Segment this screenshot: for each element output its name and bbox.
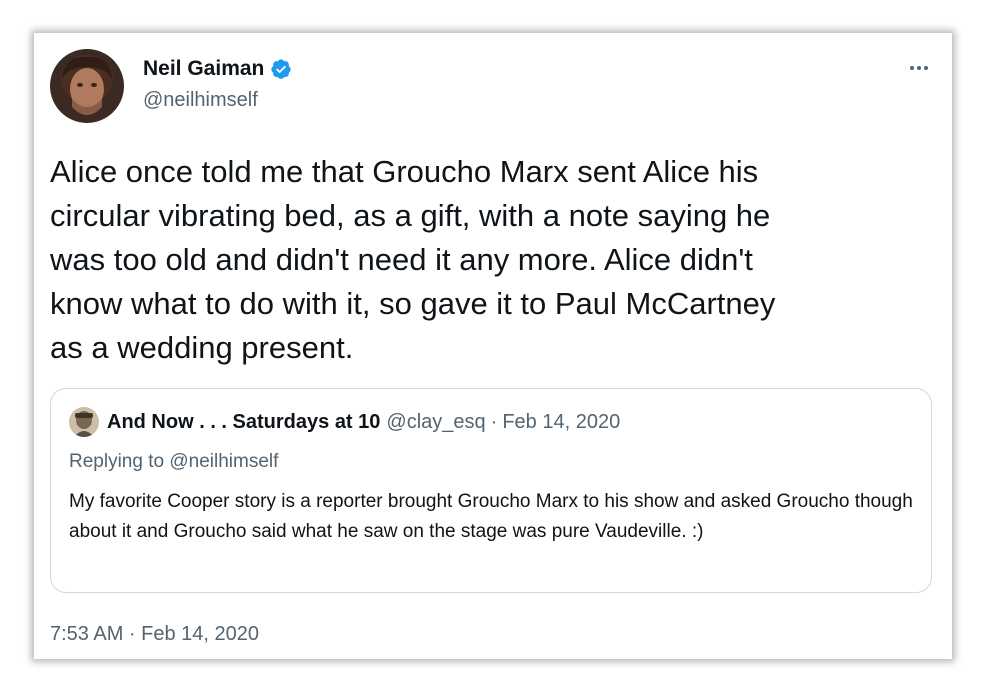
author-handle[interactable]: @neilhimself: [143, 89, 258, 112]
tweet-timestamp[interactable]: 7:53 AM · Feb 14, 2020: [50, 623, 259, 646]
replying-to: Replying to @neilhimself: [69, 451, 278, 473]
quoted-tweet-text: My favorite Cooper story is a reporter b…: [69, 491, 913, 542]
quoted-tweet[interactable]: And Now . . . Saturdays at 10 @clay_esq …: [50, 388, 932, 593]
replying-to-handle[interactable]: @neilhimself: [169, 451, 278, 472]
author-avatar[interactable]: [50, 49, 124, 123]
author-name-row: Neil Gaiman: [143, 57, 292, 81]
quoted-author-handle: @clay_esq: [386, 410, 486, 433]
tweet-card: Neil Gaiman @neilhimself Alice once told…: [34, 33, 952, 659]
author-name[interactable]: Neil Gaiman: [143, 57, 264, 81]
quoted-date: Feb 14, 2020: [502, 410, 621, 433]
more-options-icon[interactable]: [904, 57, 934, 79]
more-dot: [910, 66, 914, 70]
quoted-author-name: And Now . . . Saturdays at 10: [107, 410, 381, 433]
quoted-author-avatar: [69, 407, 99, 437]
tweet-text: Alice once told me that Groucho Marx sen…: [50, 154, 776, 365]
more-dot: [917, 66, 921, 70]
more-dot: [924, 66, 928, 70]
verified-badge-icon: [271, 59, 292, 79]
replying-to-label: Replying to: [69, 451, 165, 472]
quoted-tweet-header: And Now . . . Saturdays at 10 @clay_esq …: [69, 407, 620, 437]
separator-dot: ·: [490, 410, 498, 433]
